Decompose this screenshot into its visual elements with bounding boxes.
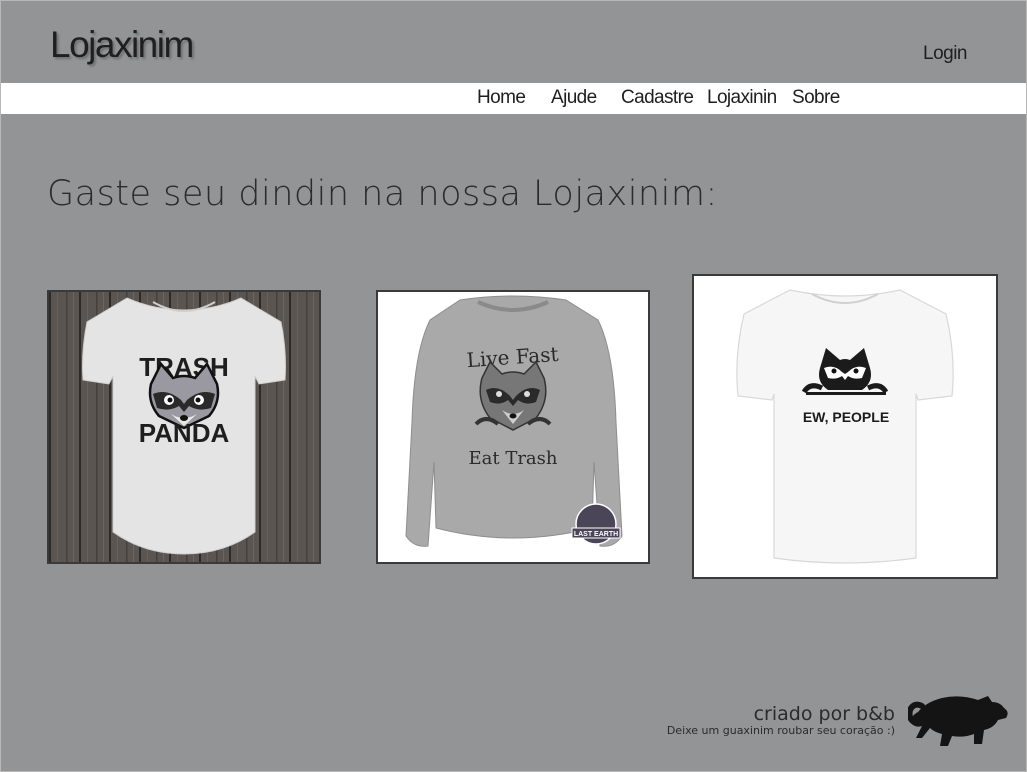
page-headline: Gaste seu dindin na nossa Lojaxinim:: [47, 174, 718, 214]
product-card-trash-panda[interactable]: TRASH PANDA: [47, 290, 321, 564]
site-logo[interactable]: Lojaxinim: [50, 24, 194, 66]
badge-text: LAST EARTH: [574, 531, 618, 538]
trash-panda-tshirt-image: TRASH PANDA: [49, 292, 319, 562]
footer-credit: criado por b&b: [753, 703, 895, 725]
nav-item-lojaxinin[interactable]: Lojaxinin: [707, 87, 777, 109]
panda-print-text: PANDA: [139, 418, 230, 448]
eat-trash-print-text: Eat Trash: [469, 448, 558, 469]
login-link[interactable]: Login: [923, 43, 968, 65]
nav-item-cadastre[interactable]: Cadastre: [621, 87, 694, 109]
raccoon-silhouette-icon: [908, 696, 1008, 746]
ew-people-tshirt-image: EW, PEOPLE: [694, 276, 996, 577]
nav-item-ajude[interactable]: Ajude: [551, 87, 597, 109]
nav-item-home[interactable]: Home: [477, 87, 526, 109]
live-fast-sweatshirt-image: Live Fast Eat Trash LAST EARTH: [378, 292, 648, 562]
product-card-live-fast[interactable]: Live Fast Eat Trash LAST EARTH: [376, 290, 650, 564]
ew-people-print-text: EW, PEOPLE: [803, 409, 889, 425]
nav-item-sobre[interactable]: Sobre: [792, 87, 840, 109]
product-card-ew-people[interactable]: EW, PEOPLE: [692, 274, 998, 579]
nav-bar: Home Ajude Cadastre Lojaxinin Sobre: [1, 83, 1026, 114]
footer-tagline: Deixe um guaxinim roubar seu coração :): [666, 724, 895, 737]
raccoon-face-icon: [474, 360, 552, 431]
